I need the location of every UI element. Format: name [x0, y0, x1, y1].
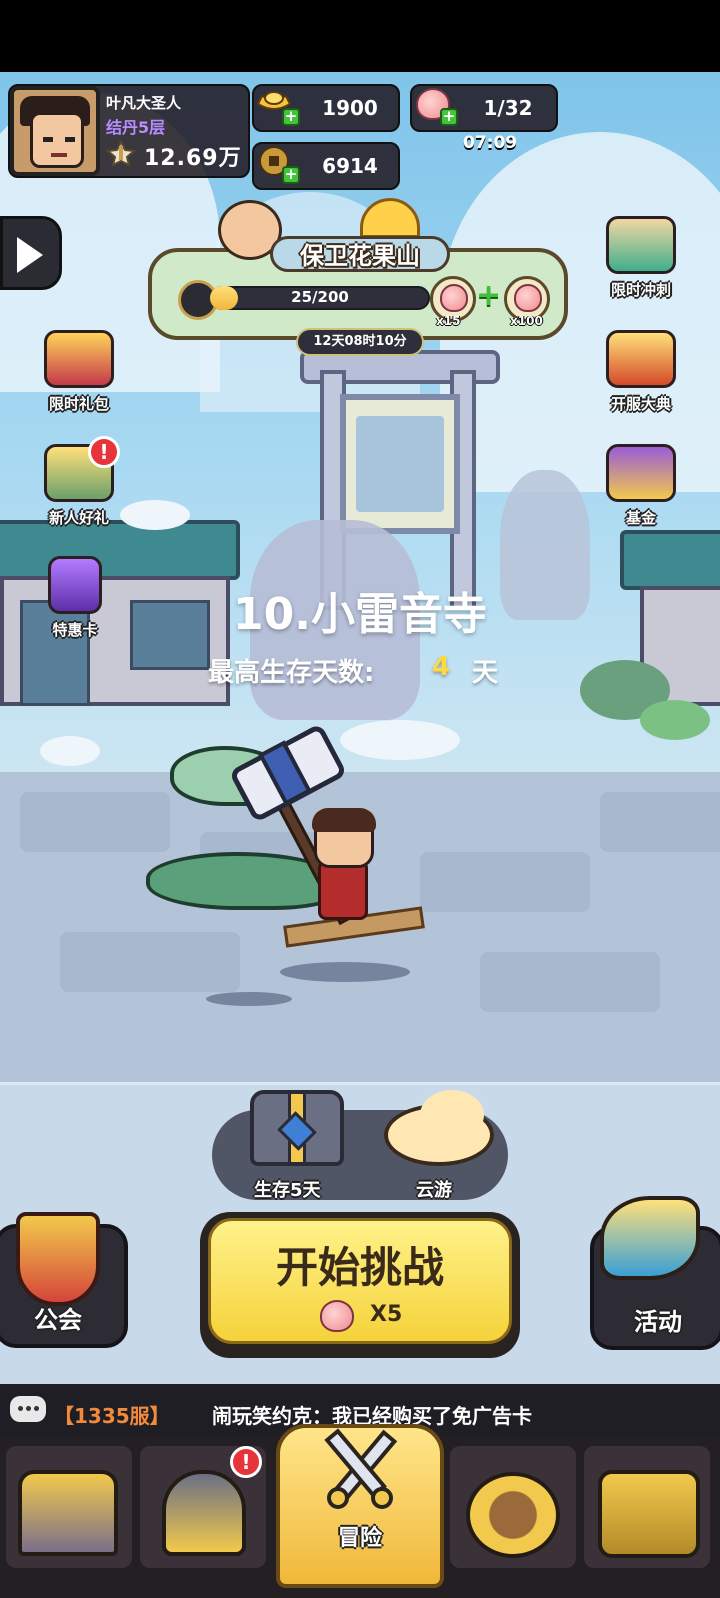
play-icon [17, 237, 43, 273]
nav-active-label: 冒险 [337, 1526, 382, 1551]
chat-bubble-icon[interactable] [10, 1396, 46, 1422]
stamina-value: 1/32 [483, 96, 533, 120]
peach-reward-icon [514, 284, 542, 312]
cloud-puff-icon [420, 1090, 484, 1140]
gold-ingot-value: 1900 [322, 96, 378, 120]
game-screen: 叶凡大圣人 结丹5层 12.69万 + 1900 + 6914 + 1/32 0… [0, 0, 720, 1598]
reward-small-count: x15 [436, 314, 461, 328]
event-progress-text: 25/200 [291, 288, 349, 306]
hero-hair [312, 808, 376, 832]
player-rank: 结丹5层 [106, 118, 166, 137]
event-title: 保卫花果山 [300, 242, 420, 270]
survive-unit: 天 [472, 658, 499, 688]
player-name: 叶凡大圣人 [106, 94, 182, 112]
add-gold-ingot-icon[interactable]: + [282, 108, 300, 126]
equipment-badge: ! [230, 1446, 262, 1478]
fund-chest-icon [606, 444, 676, 502]
special-card-button[interactable]: 特惠卡 [30, 552, 120, 642]
survive-chest-label: 生存5天 [254, 1180, 321, 1201]
limited-gift-button[interactable]: 限时礼包 [34, 326, 124, 416]
status-bar-area [0, 0, 720, 72]
limited-sprint-button[interactable]: 限时冲刺 [596, 212, 686, 302]
start-cost: X5 [370, 1302, 403, 1327]
guild-label: 公会 [34, 1306, 82, 1334]
snow-mound [340, 720, 460, 760]
survive-label: 最高生存天数: [208, 658, 375, 688]
treasure-chest-icon [598, 1470, 700, 1558]
upgrade-arrow-icon [466, 1472, 560, 1558]
peach-cost-icon [320, 1300, 354, 1332]
hourglass-icon [606, 216, 676, 274]
peach-reward-icon [440, 284, 468, 312]
vip-card-icon [48, 556, 102, 614]
newbie-gift-badge: ! [88, 436, 120, 468]
temple-roof-right [620, 530, 720, 590]
event-time-left: 12天08时10分 [296, 328, 424, 356]
stamina-timer: 07:09 [463, 133, 518, 153]
add-coins-icon[interactable]: + [282, 166, 300, 184]
hero-body [318, 860, 368, 920]
shop-building-icon [18, 1470, 118, 1556]
fund-button[interactable]: 基金 [596, 440, 686, 530]
survive-days: 4 [432, 652, 451, 682]
hero-shadow [280, 962, 410, 982]
reward-large-count: x100 [510, 314, 543, 328]
drum-icon [606, 330, 676, 388]
stage-title: 10.小雷音寺 [233, 589, 487, 640]
chat-server: 【1335服】 [54, 1404, 170, 1428]
fish-shadow [206, 992, 292, 1006]
power-sword-icon [106, 140, 136, 166]
add-stamina-icon[interactable]: + [440, 108, 458, 126]
coins-value: 6914 [322, 154, 378, 178]
helmet-icon [162, 1470, 246, 1556]
bush [640, 700, 710, 740]
guild-banner-icon [16, 1212, 100, 1306]
server-celebration-button[interactable]: 开服大典 [596, 326, 686, 416]
cloud-travel-label: 云游 [416, 1180, 452, 1201]
avatar[interactable] [10, 86, 100, 176]
survive-chest-icon[interactable] [250, 1090, 344, 1166]
activity-label: 活动 [634, 1308, 682, 1336]
plus-icon: + [476, 278, 502, 313]
start-challenge-label: 开始挑战 [275, 1243, 444, 1292]
expand-arrow-button[interactable] [0, 216, 62, 290]
player-power: 12.69万 [144, 146, 242, 171]
gift-bag-icon [44, 330, 114, 388]
crossed-swords-icon [324, 1428, 398, 1509]
horn-icon [600, 1196, 700, 1280]
